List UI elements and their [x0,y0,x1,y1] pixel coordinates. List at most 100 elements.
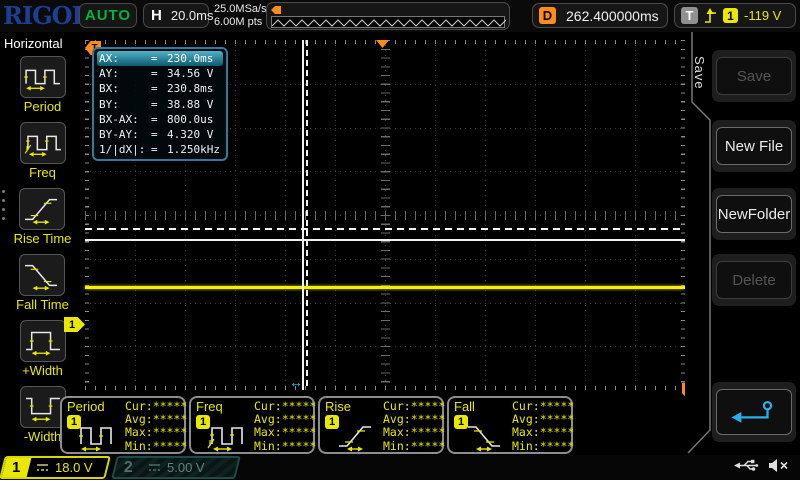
measurement-stats: Cur:***** Avg:***** Max:***** Min:***** [383,400,445,453]
menu-tab-label: Save [692,56,707,90]
measurement-stats: Cur:***** Avg:***** Max:***** Min:***** [254,400,316,453]
sidebar-item-label: +Width [22,363,63,378]
channel1-status[interactable]: 1 18.0 V [0,456,111,479]
trigger-level-value: -119 V [744,8,781,23]
channel1-scale: 18.0 V [55,460,93,475]
save-button[interactable]: Save [716,57,792,95]
horizontal-measure-sidebar: Horizontal Period [0,32,85,455]
back-button[interactable] [716,389,792,435]
cursor-row-by-ay: BY-AY:=4.320 V [97,127,223,142]
sidebar-item-fall-time[interactable]: Fall Time [16,254,69,312]
delay-badge: D [539,7,556,24]
channel-status-bar: 1 18.0 V 2 5.00 V [0,455,800,480]
new-folder-button[interactable]: NewFolder [716,195,792,233]
save-button-slot: Save [712,50,796,102]
sidebar-item-label: Period [24,99,62,114]
measurement-name: Rise [325,399,351,414]
stat-max: Max:***** [512,426,574,439]
period-icon [20,56,66,98]
rise-time-icon [19,188,65,230]
sidebar-item-label: Freq [29,165,56,180]
new-folder-button-slot: NewFolder [712,188,796,240]
measurement-stats: Cur:***** Avg:***** Max:***** Min:***** [125,400,187,453]
back-button-slot [712,382,796,442]
menu-tab-outline [685,32,713,455]
freq-icon [205,418,247,452]
minus-width-icon [20,386,66,428]
sidebar-title: Horizontal [0,32,85,51]
measurement-stats: Cur:***** Avg:***** Max:***** Min:***** [512,400,574,453]
sidebar-item-period[interactable]: Period [20,56,66,114]
rigol-logo: RIGOL [3,1,87,30]
rise-icon [334,418,376,452]
sidebar-item-label: Rise Time [14,231,72,246]
cursor-row-by: BY:=38.88 V [97,97,223,112]
sidebar-item-pos-width[interactable]: +Width [20,320,66,378]
stat-max: Max:***** [125,426,187,439]
cursor-a-horizontal-line[interactable] [85,239,685,241]
stat-max: Max:***** [254,426,316,439]
measurement-panel-period[interactable]: Period 1 Cur:***** Avg:***** Max:***** M… [60,396,186,454]
run-mode-badge: AUTO [79,3,137,28]
sample-rate: 25.0MSa/s [214,3,267,16]
cursor-b-horizontal-line[interactable] [85,228,685,230]
trigger-status-box: T 1 -119 V [674,3,796,28]
stat-min: Min:***** [254,440,316,453]
measurement-panel-freq[interactable]: Freq 1 Cur:***** Avg:***** Max:***** Min… [189,396,315,454]
acquisition-info: 25.0MSa/s 6.00M pts [214,3,267,29]
center-axis-ticks-vertical [381,40,390,390]
oscilloscope-screen: RIGOL AUTO H 20.0ms 25.0MSa/s 6.00M pts … [0,0,800,480]
speaker-muted-icon [768,458,790,473]
channel2-status[interactable]: 2 5.00 V [111,456,241,479]
fall-time-icon [19,254,65,296]
channel1-trace [85,286,685,289]
horizontal-timebase-box: H 20.0ms [143,3,209,28]
measurement-panels-row: Period 1 Cur:***** Avg:***** Max:***** M… [60,396,573,454]
timebase-value: 20.0ms [171,8,214,23]
measurement-panel-rise[interactable]: Rise 1 Cur:***** Avg:***** Max:***** Min… [318,396,444,454]
sidebar-scroll-dots [2,190,5,220]
plus-width-icon [20,320,66,362]
stat-max: Max:***** [383,426,445,439]
dc-coupling-icon [148,463,161,472]
system-icons [733,458,790,473]
measurement-name: Period [67,399,105,414]
cursor-row-bx-ax: BX-AX:=800.0us [97,112,223,127]
cursor-move-icon[interactable]: ↔ [289,374,303,390]
cursor-row-bx: BX:=230.8ms [97,81,223,96]
new-file-button[interactable]: New File [716,127,792,165]
measurement-panel-fall[interactable]: Fall 1 Cur:***** Avg:***** Max:***** Min… [447,396,573,454]
sidebar-item-label: Fall Time [16,297,69,312]
dc-coupling-icon [36,463,49,472]
preview-zigzag-icon [272,17,506,27]
memory-position-strip [266,2,510,30]
sidebar-item-neg-width[interactable]: -Width [20,386,66,444]
trigger-source-badge: 1 [723,8,738,23]
sidebar-item-label: -Width [24,429,62,444]
measurement-name: Fall [454,399,475,414]
sidebar-item-rise-time[interactable]: Rise Time [14,188,72,246]
delete-button[interactable]: Delete [716,261,792,299]
new-file-button-slot: New File [712,120,796,172]
cursor-row-inv-dx: 1/|dX|:=1.250kHz [97,142,223,157]
waveform-display-area: ↔ T T 1 AX:=230.0ms AY:=34.56 V BX:=230.… [85,40,685,390]
cursor-readout-box: AX:=230.0ms AY:=34.56 V BX:=230.8ms BY:=… [92,47,228,161]
top-status-bar: RIGOL AUTO H 20.0ms 25.0MSa/s 6.00M pts … [0,0,800,32]
cursor-row-ax: AX:=230.0ms [97,51,223,66]
cursor-row-ay: AY:=34.56 V [97,66,223,81]
sidebar-items: Period Freq [0,56,85,452]
freq-icon [20,122,66,164]
trigger-slope-icon [704,8,717,24]
save-soft-menu: Save Save New File NewFolder Delete [685,32,800,455]
period-icon [76,418,118,452]
cursor-b-vertical-line[interactable] [306,40,308,390]
memory-depth: 6.00M pts [214,16,267,29]
cursor-a-vertical-line[interactable] [302,40,304,390]
trigger-delay-box: D 262.400000ms [532,3,668,28]
delay-value: 262.400000ms [566,8,659,24]
channel2-scale: 5.00 V [167,460,205,475]
stat-min: Min:***** [383,440,445,453]
stat-min: Min:***** [512,440,574,453]
sidebar-item-freq[interactable]: Freq [20,122,66,180]
return-arrow-icon [727,398,781,426]
